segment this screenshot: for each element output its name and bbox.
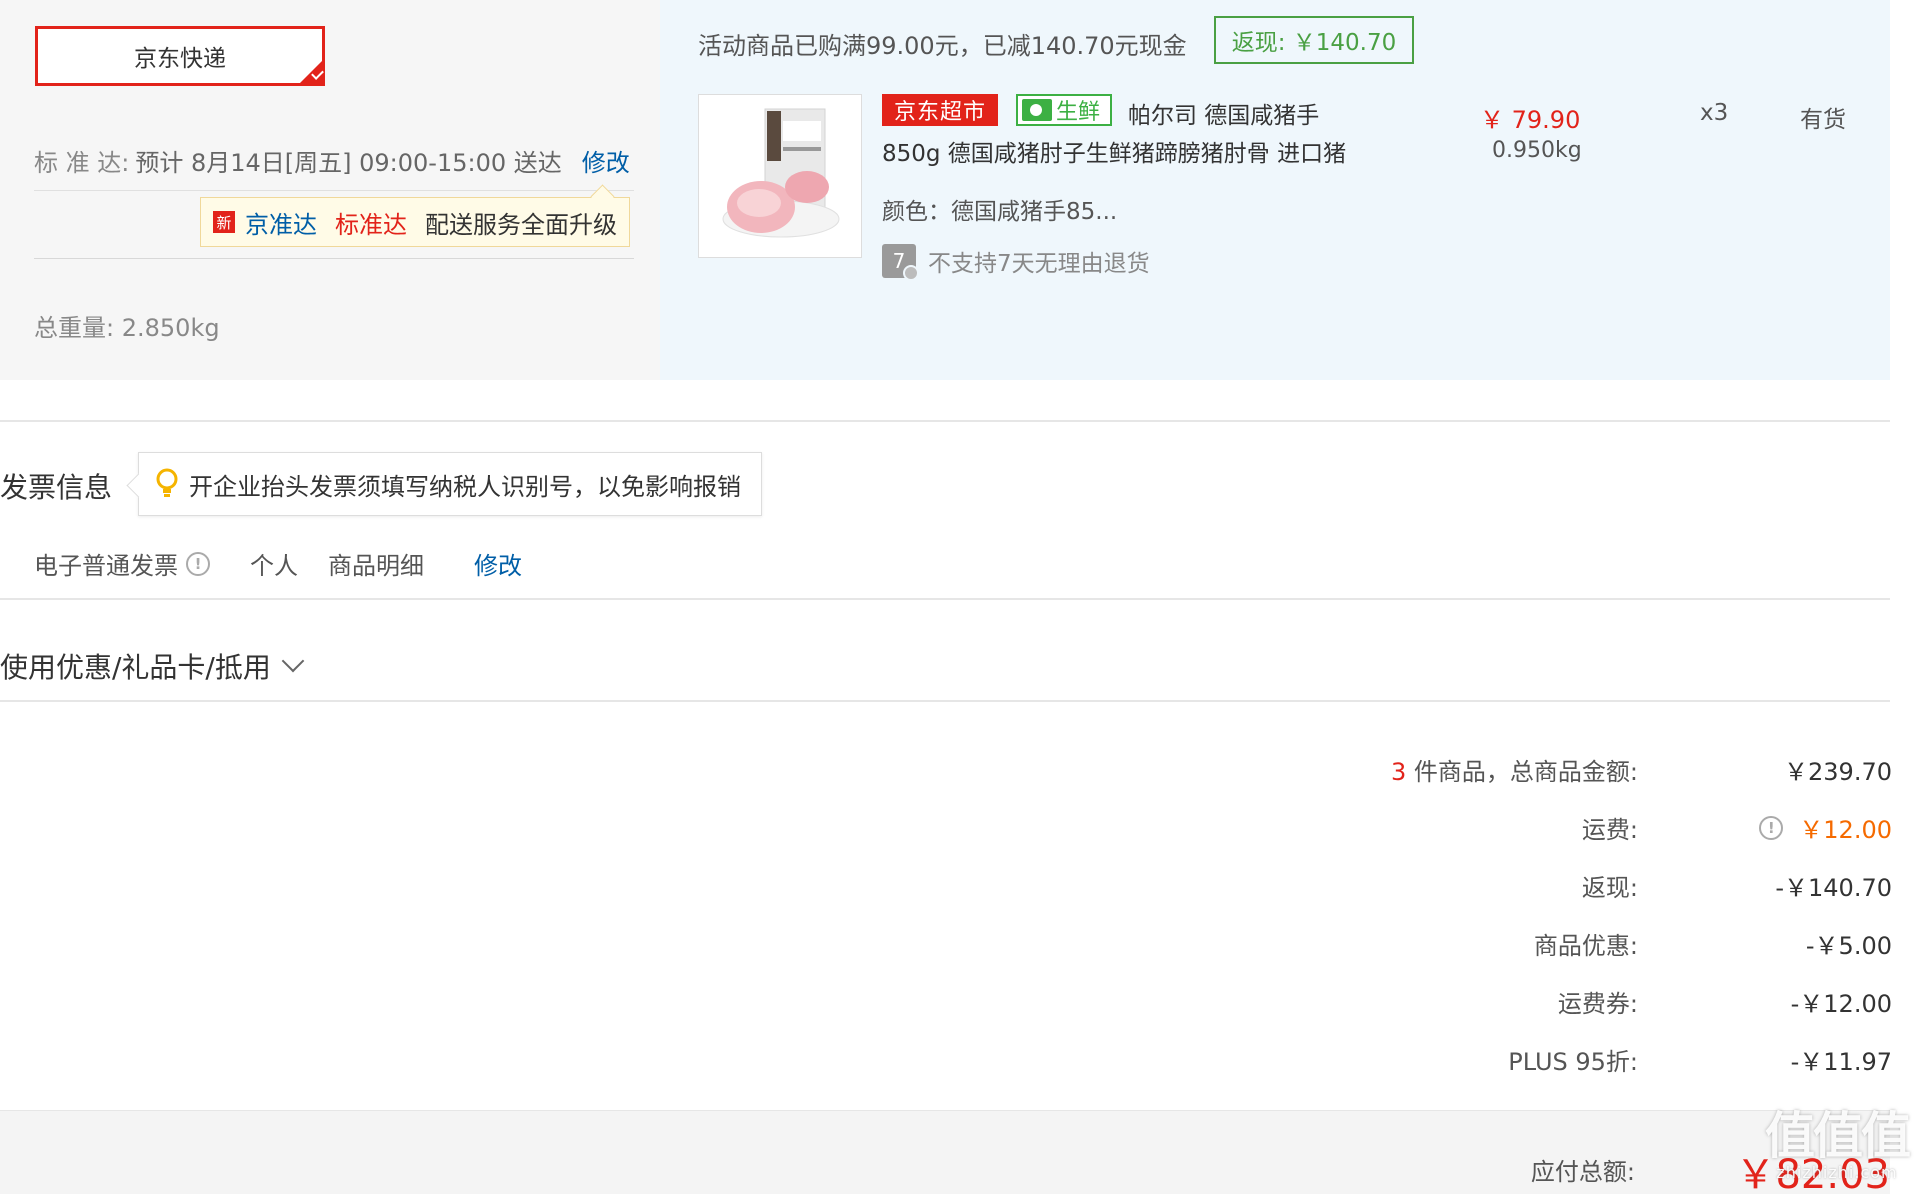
invoice-title: 发票信息 [0, 471, 113, 504]
cashback-label: 返现: [1581, 874, 1638, 902]
shipping-fee-value-row: ! ￥12.00 [1759, 810, 1892, 845]
plus-discount-value: -￥11.97 [1790, 1048, 1892, 1076]
invoice-info-icon[interactable]: ! [186, 551, 210, 576]
divider [34, 258, 634, 259]
fresh-logo-icon [1022, 99, 1052, 121]
shipping-coupon-value: -￥12.00 [1790, 990, 1892, 1018]
selected-check-icon [297, 58, 325, 86]
site-watermark: 值值值 zhizhizhi.com [1762, 1108, 1912, 1192]
discount-value: -￥5.00 [1805, 932, 1892, 960]
express-option-label: 京东快递 [134, 46, 226, 72]
express-option-button[interactable]: 京东快递 [35, 26, 325, 86]
stock-status: 有货 [1800, 107, 1846, 133]
product-title-line2[interactable]: 850g 德国咸猪肘子生鲜猪蹄膀猪肘骨 进口猪 [882, 134, 1346, 168]
jd-supermarket-tag: 京东超市 [882, 94, 998, 126]
product-title-line1[interactable]: 帕尔司 德国咸猪手 [1128, 96, 1319, 130]
standard-delivery-value: 预计 8月14日[周五] 09:00-15:00 送达 [135, 149, 562, 177]
invoice-tip-text: 开企业抬头发票须填写纳税人识别号，以免影响报销 [189, 472, 741, 501]
payable-label: 应付总额: [1530, 1158, 1635, 1186]
cashback-badge: 返现: ￥140.70 [1214, 16, 1414, 64]
watermark-logo: 值值值 [1765, 1106, 1911, 1165]
item-count: 3 [1391, 758, 1407, 786]
plus-discount-label: PLUS 95折: [1508, 1048, 1638, 1076]
product-thumbnail[interactable] [698, 94, 862, 258]
items-total-label: 3 件商品，总商品金额: [1391, 752, 1638, 787]
product-image [699, 95, 861, 257]
invoice-tip: 开企业抬头发票须填写纳税人识别号，以免影响报销 [138, 452, 762, 516]
standard-delivery-row: 标 准 达: 预计 8月14日[周五] 09:00-15:00 送达 修改 [34, 143, 630, 178]
jzd-brand-text: 京准达 [245, 210, 317, 239]
shipping-coupon-label: 运费券: [1557, 990, 1638, 1018]
total-weight: 总重量: 2.850kg [34, 308, 220, 343]
section-divider [0, 420, 1890, 422]
invoice-owner: 个人 [250, 552, 298, 580]
section-divider [0, 700, 1890, 702]
product-quantity: x3 [1700, 100, 1729, 126]
chevron-down-icon [281, 649, 305, 673]
standard-delivery-label: 标 准 达: [34, 149, 130, 177]
delivery-upgrade-text: 配送服务全面升级 [425, 210, 617, 239]
invoice-modify-link[interactable]: 修改 [474, 546, 522, 581]
divider [34, 190, 634, 191]
no-return-icon: 7 [882, 244, 919, 281]
product-color: 颜色：德国咸猪手85... [882, 199, 1118, 225]
items-label: 件商品，总商品金额: [1406, 758, 1638, 786]
section-divider [0, 598, 1890, 600]
total-weight-label: 总重量: [34, 314, 115, 342]
cashback-value: -￥140.70 [1775, 874, 1892, 902]
discount-label: 商品优惠: [1533, 932, 1638, 960]
coupon-toggle[interactable]: 使用优惠/礼品卡/抵用 [0, 646, 305, 686]
fresh-tag-label: 生鲜 [1056, 100, 1101, 125]
shipping-fee-value: ￥12.00 [1799, 816, 1892, 844]
modify-delivery-link[interactable]: 修改 [582, 149, 630, 177]
product-price: ￥ 79.90 [1480, 106, 1581, 134]
watermark-url: zhizhizhi.com [1776, 1163, 1898, 1182]
new-badge-icon: 新 [213, 211, 235, 233]
shipping-fee-label: 运费: [1581, 816, 1638, 844]
promo-text: 活动商品已购满99.00元，已减140.70元现金 [698, 32, 1187, 60]
lightbulb-icon [156, 468, 178, 497]
invoice-type: 电子普通发票 [34, 552, 178, 580]
shipping-info-icon[interactable]: ! [1759, 815, 1784, 840]
total-weight-value: 2.850kg [121, 314, 220, 342]
coupon-label: 使用优惠/礼品卡/抵用 [0, 651, 271, 684]
return-policy: 7 不支持7天无理由退货 [882, 244, 1150, 281]
return-policy-text: 不支持7天无理由退货 [928, 251, 1150, 277]
standard-brand-text: 标准达 [335, 210, 407, 239]
product-weight: 0.950kg [1492, 138, 1582, 163]
invoice-content: 商品明细 [328, 552, 424, 580]
delivery-upgrade-tip: 新 京准达 标准达 配送服务全面升级 [200, 197, 630, 247]
invoice-details-row: 电子普通发票 ! 个人 商品明细 修改 [34, 546, 522, 581]
fresh-tag: 生鲜 [1016, 94, 1112, 126]
items-total-value: ￥239.70 [1784, 758, 1892, 786]
